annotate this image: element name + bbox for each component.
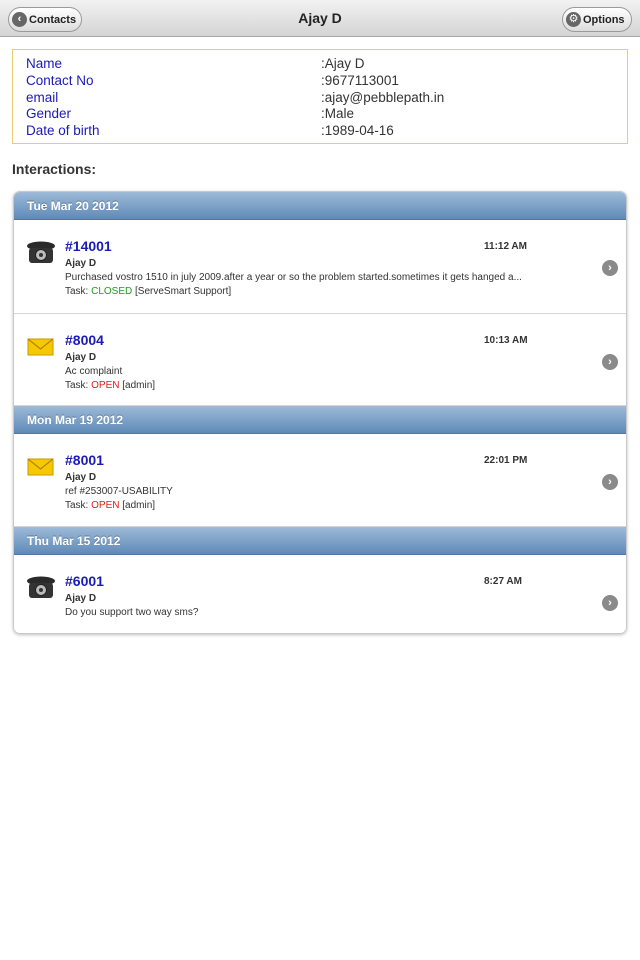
detail-value: :Male <box>321 106 355 122</box>
detail-row-date-of-birth: Date of birth :1989-04-16 <box>26 123 627 140</box>
task-prefix: Task: <box>65 380 92 391</box>
telephone-icon <box>27 576 55 598</box>
detail-row-contact-no: Contact No :9677113001 <box>26 73 627 90</box>
interaction-description: Do you support two way sms? <box>65 607 199 618</box>
detail-row-name: Name :Ajay D <box>26 56 627 73</box>
gear-icon: ⚙ <box>566 12 581 27</box>
chevron-right-icon[interactable]: › <box>602 260 618 276</box>
interaction-task: Task: OPEN [admin] <box>65 380 155 391</box>
task-prefix: Task: <box>65 286 92 297</box>
contact-details: Name :Ajay D Contact No :9677113001 emai… <box>12 49 628 144</box>
interaction-id: #8001 <box>65 452 104 468</box>
back-button-label: Contacts <box>29 13 77 26</box>
interaction-contact-name: Ajay D <box>65 593 97 604</box>
interaction-id: #8004 <box>65 332 104 348</box>
envelope-icon <box>27 338 54 356</box>
interaction-id: #14001 <box>65 238 112 254</box>
interaction-contact-name: Ajay D <box>65 258 97 269</box>
interaction-contact-name: Ajay D <box>65 472 97 483</box>
detail-label: email <box>26 89 59 105</box>
list-item[interactable]: #8004 10:13 AM Ajay D Ac complaint Task:… <box>14 314 626 406</box>
detail-row-gender: Gender :Male <box>26 106 627 123</box>
interaction-id: #6001 <box>65 573 104 589</box>
interaction-time: 22:01 PM <box>484 455 528 466</box>
list-item[interactable]: #8001 22:01 PM Ajay D ref #253007-USABIL… <box>14 434 626 527</box>
interaction-contact-name: Ajay D <box>65 352 97 363</box>
interaction-time: 10:13 AM <box>484 335 528 346</box>
group-header: Tue Mar 20 2012 <box>14 192 626 220</box>
interaction-description: Purchased vostro 1510 in july 2009.after… <box>65 272 522 283</box>
status-badge: OPEN <box>91 500 120 511</box>
interaction-description: Ac complaint <box>65 366 123 377</box>
task-owner: [ServeSmart Support] <box>132 286 232 297</box>
detail-label: Date of birth <box>26 123 100 139</box>
interactions-title: Interactions: <box>12 161 97 177</box>
interaction-time: 8:27 AM <box>484 576 522 587</box>
chevron-right-icon[interactable]: › <box>602 474 618 490</box>
detail-value: :Ajay D <box>321 56 365 71</box>
detail-row-email: email :ajay@pebblepath.in <box>26 90 627 107</box>
task-owner: [admin] <box>119 380 156 391</box>
page-title: Ajay D <box>298 10 342 26</box>
chevron-right-icon[interactable]: › <box>602 595 618 611</box>
detail-label: Contact No <box>26 72 94 88</box>
list-item[interactable]: #6001 8:27 AM Ajay D Do you support two … <box>14 555 626 633</box>
group-header: Thu Mar 15 2012 <box>14 527 626 555</box>
navigation-bar: Ajay D ‹ Contacts ⚙ Options <box>0 0 640 37</box>
status-badge: CLOSED <box>91 286 133 297</box>
detail-value: :9677113001 <box>321 72 399 88</box>
chevron-right-icon[interactable]: › <box>602 354 618 370</box>
interaction-time: 11:12 AM <box>484 241 527 252</box>
detail-value: :ajay@pebblepath.in <box>321 89 445 105</box>
interaction-description: ref #253007-USABILITY <box>65 486 173 497</box>
list-item[interactable]: #14001 11:12 AM Ajay D Purchased vostro … <box>14 220 626 314</box>
task-owner: [admin] <box>119 500 156 511</box>
envelope-icon <box>27 458 54 476</box>
options-button[interactable]: ⚙ Options <box>562 7 632 32</box>
detail-value: :1989-04-16 <box>321 123 394 139</box>
task-prefix: Task: <box>65 500 92 511</box>
status-badge: OPEN <box>91 380 120 391</box>
telephone-icon <box>27 241 55 263</box>
detail-label: Gender <box>26 106 72 122</box>
detail-label: Name <box>26 56 63 71</box>
interactions-list: Tue Mar 20 2012 #14001 11:12 AM Ajay D P… <box>13 191 627 634</box>
contacts-back-button[interactable]: ‹ Contacts <box>8 7 82 32</box>
interaction-task: Task: OPEN [admin] <box>65 500 155 511</box>
back-arrow-icon: ‹ <box>12 12 27 27</box>
interaction-task: Task: CLOSED [ServeSmart Support] <box>65 286 231 297</box>
options-button-label: Options <box>583 13 625 26</box>
group-header: Mon Mar 19 2012 <box>14 406 626 434</box>
